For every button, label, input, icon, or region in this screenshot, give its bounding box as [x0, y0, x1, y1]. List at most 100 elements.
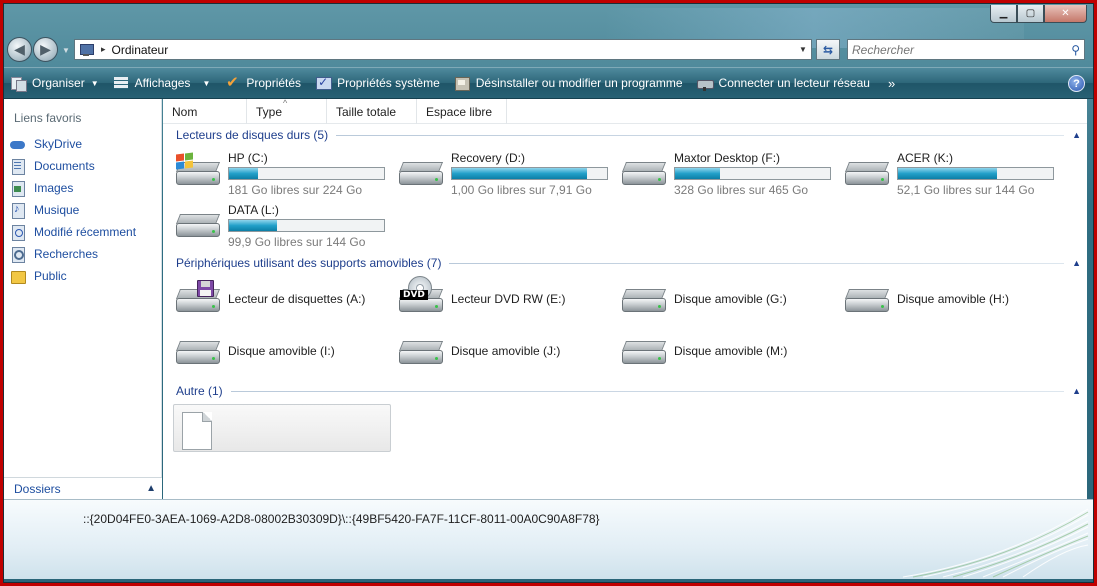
device-item-m[interactable]: Disque amovible (M:) [619, 328, 841, 376]
details-pane: ::{20D04FE0-3AEA-1069-A2D8-08002B30309D}… [4, 499, 1093, 579]
map-network-drive-button[interactable]: Connecter un lecteur réseau [696, 75, 870, 91]
device-item-i[interactable]: Disque amovible (I:) [173, 328, 395, 376]
forward-button[interactable]: ▶ [33, 37, 58, 62]
properties-label: Propriétés [246, 76, 302, 90]
public-folder-icon [10, 268, 26, 284]
more-commands-button[interactable]: » [888, 76, 895, 91]
device-name: Disque amovible (I:) [228, 344, 335, 358]
dvd-drive-icon: DVD [396, 276, 444, 324]
device-name: Lecteur DVD RW (E:) [451, 292, 566, 306]
recent-pages-dropdown[interactable]: ▼ [62, 46, 70, 55]
column-headers: Nom Type Taille totale Espace libre [163, 90, 1087, 124]
maximize-button[interactable]: ▢ [1017, 5, 1044, 23]
floppy-drive-icon [173, 276, 221, 324]
properties-button[interactable]: ✔ Propriétés [224, 75, 301, 91]
drive-item-c[interactable]: HP (C:) 181 Go libres sur 224 Go [173, 149, 395, 197]
close-button[interactable]: ✕ [1044, 5, 1087, 23]
sidebar-item-skydrive[interactable]: SkyDrive [10, 133, 160, 155]
favorite-links-list: SkyDrive Documents Images Musique Modifi… [10, 133, 160, 287]
drive-name: HP (C:) [228, 151, 268, 165]
folders-toggle[interactable]: Dossiers ▲ [4, 477, 162, 499]
windows-logo-icon [175, 152, 195, 170]
removable-drive-icon [842, 276, 890, 324]
other-item-selected[interactable] [173, 404, 391, 452]
drive-name: Maxtor Desktop (F:) [674, 151, 781, 165]
drive-item-k[interactable]: ACER (K:) 52,1 Go libres sur 144 Go [842, 149, 1064, 197]
sidebar-item-recent[interactable]: Modifié récemment [10, 221, 160, 243]
favorite-links-title: Liens favoris [14, 111, 82, 125]
uninstall-label: Désinstaller ou modifier un programme [475, 76, 683, 90]
device-item-a[interactable]: Lecteur de disquettes (A:) [173, 276, 395, 324]
minimize-button[interactable]: ▁ [990, 5, 1017, 23]
drive-item-l[interactable]: DATA (L:) 99,9 Go libres sur 144 Go [173, 201, 395, 249]
searches-icon [10, 246, 26, 263]
sidebar-item-label: Documents [34, 159, 95, 173]
device-name: Disque amovible (J:) [451, 344, 561, 358]
column-header-name[interactable]: Nom [163, 99, 247, 124]
content-pane: Nom Type Taille totale Espace libre Lect… [163, 90, 1087, 499]
sidebar-item-images[interactable]: Images [10, 177, 160, 199]
chevron-up-icon: ▲ [146, 483, 156, 494]
drive-usage-bar [451, 167, 608, 180]
hard-drive-icon [396, 149, 444, 197]
device-item-j[interactable]: Disque amovible (J:) [396, 328, 618, 376]
drive-item-f[interactable]: Maxtor Desktop (F:) 328 Go libres sur 46… [619, 149, 841, 197]
search-input[interactable] [852, 42, 1072, 57]
views-menu[interactable]: Affichages ▼ [113, 75, 211, 91]
system-properties-button[interactable]: Propriétés système [315, 75, 440, 91]
chevron-down-icon: ▼ [202, 78, 211, 88]
device-item-h[interactable]: Disque amovible (H:) [842, 276, 1064, 324]
command-bar: Organiser ▼ Affichages ▼ ✔ Propriétés Pr… [4, 67, 1093, 99]
recent-icon [10, 224, 26, 241]
system-properties-icon [315, 75, 333, 91]
sidebar-item-public[interactable]: Public [10, 265, 160, 287]
folders-label: Dossiers [14, 481, 61, 496]
drive-name: DATA (L:) [228, 203, 279, 217]
removable-drive-icon [619, 276, 667, 324]
sidebar-item-searches[interactable]: Recherches [10, 243, 160, 265]
documents-icon [10, 158, 26, 175]
group-header-removable[interactable]: Périphériques utilisant des supports amo… [176, 254, 1081, 272]
search-icon[interactable]: ⚲ [1071, 43, 1080, 57]
column-header-total-size[interactable]: Taille totale [327, 99, 417, 124]
group-header-hard-drives[interactable]: Lecteurs de disques durs (5) ▲ [176, 126, 1081, 144]
breadcrumb-computer[interactable]: Ordinateur [112, 43, 795, 57]
title-bar[interactable]: ▁ ▢ ✕ [4, 4, 1093, 34]
refresh-button[interactable]: ⇆ [816, 39, 840, 60]
network-drive-icon [696, 75, 714, 91]
breadcrumb-separator[interactable]: ▸ [101, 44, 106, 55]
device-item-g[interactable]: Disque amovible (G:) [619, 276, 841, 324]
hard-drive-icon [173, 201, 221, 249]
column-header-free-space[interactable]: Espace libre [417, 99, 507, 124]
uninstall-program-button[interactable]: Désinstaller ou modifier un programme [454, 75, 683, 91]
chevron-up-icon[interactable]: ▲ [1072, 258, 1081, 268]
device-item-e[interactable]: DVD Lecteur DVD RW (E:) [396, 276, 618, 324]
chevron-up-icon[interactable]: ▲ [1072, 130, 1081, 140]
sidebar-item-documents[interactable]: Documents [10, 155, 160, 177]
hard-drive-icon [173, 149, 221, 197]
drive-free-space: 1,00 Go libres sur 7,91 Go [451, 183, 592, 197]
device-name: Disque amovible (M:) [674, 344, 788, 358]
address-dropdown-icon[interactable]: ▼ [795, 45, 811, 54]
drive-usage-bar [674, 167, 831, 180]
sidebar-item-music[interactable]: Musique [10, 199, 160, 221]
help-button[interactable]: ? [1068, 75, 1085, 92]
group-header-other[interactable]: Autre (1) ▲ [176, 382, 1081, 400]
floppy-disk-icon [197, 280, 214, 297]
window-controls: ▁ ▢ ✕ [990, 5, 1087, 23]
music-icon [10, 202, 26, 219]
search-box[interactable]: ⚲ [847, 39, 1085, 60]
back-button[interactable]: ◀ [7, 37, 32, 62]
address-bar[interactable]: ▸ Ordinateur ▼ [74, 39, 812, 60]
drive-item-d[interactable]: Recovery (D:) 1,00 Go libres sur 7,91 Go [396, 149, 618, 197]
group-title: Autre (1) [176, 384, 223, 398]
organize-menu[interactable]: Organiser ▼ [10, 75, 99, 92]
refresh-icon: ⇆ [822, 42, 834, 57]
sidebar-item-label: Public [34, 269, 67, 283]
device-name: Disque amovible (G:) [674, 292, 787, 306]
sidebar-item-label: Images [34, 181, 74, 195]
views-label: Affichages [134, 76, 191, 90]
sidebar-item-label: SkyDrive [34, 137, 83, 151]
chevron-up-icon[interactable]: ▲ [1072, 386, 1081, 396]
column-header-type[interactable]: Type [247, 90, 327, 124]
